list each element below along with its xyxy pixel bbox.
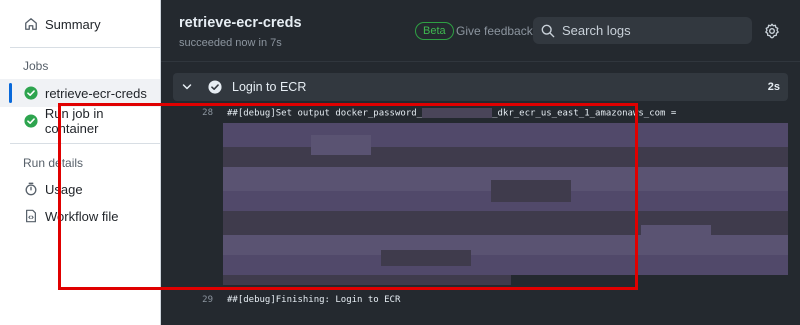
check-circle-icon <box>23 113 39 129</box>
search-icon <box>541 24 555 38</box>
beta-badge: Beta <box>415 22 454 40</box>
gear-icon[interactable] <box>764 23 780 39</box>
search-logs-box[interactable] <box>533 17 752 44</box>
chevron-down-icon <box>181 81 193 93</box>
red-highlight-box <box>58 103 638 290</box>
job-status: succeeded now in 7s <box>179 37 282 49</box>
give-feedback-link[interactable]: Give feedback <box>456 24 533 38</box>
divider <box>10 47 160 48</box>
job-label: retrieve-ecr-creds <box>45 85 147 101</box>
job-title: retrieve-ecr-creds <box>179 15 302 31</box>
stopwatch-icon <box>23 181 39 197</box>
step-login-to-ecr[interactable]: Login to ECR 2s <box>173 73 788 101</box>
check-circle-icon <box>208 80 222 94</box>
jobs-heading: Jobs <box>23 59 49 73</box>
step-duration: 2s <box>767 81 780 93</box>
home-icon <box>23 16 39 32</box>
header-divider <box>161 61 800 62</box>
summary-label: Summary <box>45 16 101 32</box>
step-label: Login to ECR <box>232 80 307 94</box>
file-code-icon <box>23 208 39 224</box>
line-number: 29 <box>202 295 213 305</box>
search-logs-input[interactable] <box>562 23 742 38</box>
log-line-29: ##[debug]Finishing: Login to ECR <box>227 295 401 305</box>
check-circle-icon <box>23 85 39 101</box>
summary-link[interactable]: Summary <box>0 10 160 38</box>
